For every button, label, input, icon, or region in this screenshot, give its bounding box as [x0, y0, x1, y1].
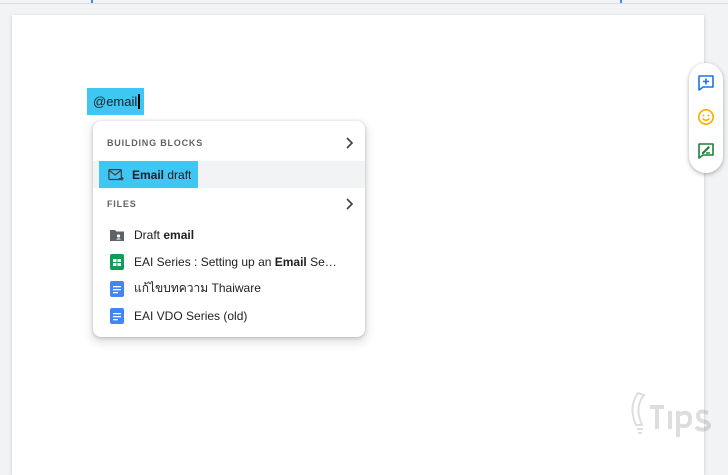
- emoji-reaction-button[interactable]: [696, 107, 716, 127]
- emoji-reaction-icon: [698, 109, 714, 125]
- building-blocks-section-header[interactable]: BUILDING BLOCKS: [107, 131, 355, 155]
- text-cursor: [138, 94, 141, 109]
- building-blocks-label: BUILDING BLOCKS: [107, 138, 203, 148]
- file-0-bold: email: [163, 227, 195, 242]
- suggest-edits-button[interactable]: [696, 141, 716, 161]
- google-docs-icon: [109, 280, 125, 297]
- top-ruler: [0, 0, 728, 4]
- right-indent-marker[interactable]: [620, 0, 622, 3]
- file-1-pre: EAI Series : Setting up an: [134, 254, 275, 269]
- menu-item-file-0[interactable]: Draft email: [93, 221, 365, 248]
- menu-item-file-1[interactable]: EAI Series : Setting up an Email Se…: [93, 248, 365, 275]
- shared-folder-icon: [109, 227, 125, 243]
- menu-item-file-2[interactable]: แก้ไขบทความ Thaiware: [93, 275, 365, 302]
- email-draft-rest: draft: [164, 167, 192, 182]
- mention-chip[interactable]: @email: [87, 88, 145, 115]
- menu-item-email-draft[interactable]: Email draft: [93, 161, 365, 188]
- file-3-pre: EAI VDO Series (old): [134, 308, 248, 323]
- mention-text: @email: [93, 94, 138, 109]
- suggest-edits-icon: [698, 143, 714, 159]
- files-label: FILES: [107, 199, 137, 209]
- google-docs-icon: [109, 307, 125, 324]
- google-sheets-icon: [109, 253, 125, 270]
- chevron-right-icon: [346, 137, 354, 149]
- file-1-bold: Email: [274, 254, 307, 269]
- file-0-pre: Draft: [134, 227, 164, 242]
- watermark-logo: [631, 391, 711, 437]
- add-comment-button[interactable]: [696, 73, 716, 93]
- file-2-pre: แก้ไขบทความ Thaiware: [134, 281, 261, 295]
- email-draft-highlight: Email draft: [99, 161, 198, 188]
- menu-item-file-3[interactable]: EAI VDO Series (old): [93, 302, 365, 329]
- side-action-panel: [689, 63, 723, 173]
- smart-chip-menu: BUILDING BLOCKS Email draft FILES Draft …: [93, 121, 365, 337]
- chevron-right-icon: [346, 198, 354, 210]
- email-draft-bold: Email: [132, 167, 165, 182]
- email-draft-icon: [108, 167, 124, 183]
- file-1-post: Se…: [306, 254, 337, 269]
- add-comment-icon: [698, 75, 714, 91]
- left-indent-marker[interactable]: [91, 0, 93, 3]
- files-section-header[interactable]: FILES: [107, 192, 355, 216]
